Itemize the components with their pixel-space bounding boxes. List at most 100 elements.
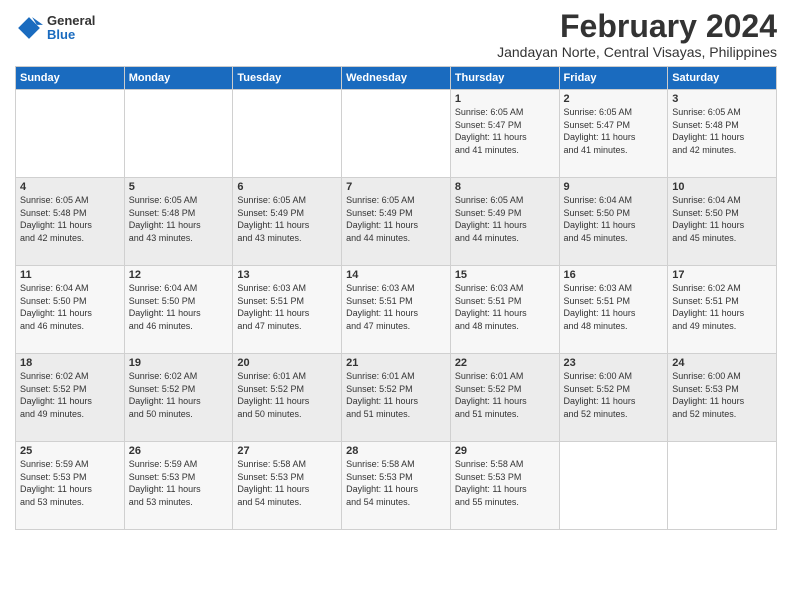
day-info: Sunrise: 6:02 AMSunset: 5:52 PMDaylight:… (20, 370, 120, 420)
calendar-cell (559, 442, 668, 530)
day-info: Sunrise: 6:01 AMSunset: 5:52 PMDaylight:… (455, 370, 555, 420)
calendar-cell: 8Sunrise: 6:05 AMSunset: 5:49 PMDaylight… (450, 178, 559, 266)
calendar-cell: 17Sunrise: 6:02 AMSunset: 5:51 PMDayligh… (668, 266, 777, 354)
calendar-cell: 10Sunrise: 6:04 AMSunset: 5:50 PMDayligh… (668, 178, 777, 266)
calendar-cell: 12Sunrise: 6:04 AMSunset: 5:50 PMDayligh… (124, 266, 233, 354)
day-number: 24 (672, 357, 772, 369)
calendar-cell: 22Sunrise: 6:01 AMSunset: 5:52 PMDayligh… (450, 354, 559, 442)
day-info: Sunrise: 6:04 AMSunset: 5:50 PMDaylight:… (672, 194, 772, 244)
day-number: 20 (237, 357, 337, 369)
day-number: 14 (346, 269, 446, 281)
calendar-cell: 1Sunrise: 6:05 AMSunset: 5:47 PMDaylight… (450, 90, 559, 178)
day-number: 27 (237, 445, 337, 457)
day-info: Sunrise: 6:00 AMSunset: 5:53 PMDaylight:… (672, 370, 772, 420)
calendar-cell: 28Sunrise: 5:58 AMSunset: 5:53 PMDayligh… (342, 442, 451, 530)
day-info: Sunrise: 6:03 AMSunset: 5:51 PMDaylight:… (564, 282, 664, 332)
day-info: Sunrise: 6:01 AMSunset: 5:52 PMDaylight:… (346, 370, 446, 420)
logo: General Blue (15, 14, 95, 43)
day-number: 10 (672, 181, 772, 193)
day-number: 18 (20, 357, 120, 369)
page: General Blue February 2024 Jandayan Nort… (0, 0, 792, 612)
day-info: Sunrise: 6:01 AMSunset: 5:52 PMDaylight:… (237, 370, 337, 420)
calendar-cell: 27Sunrise: 5:58 AMSunset: 5:53 PMDayligh… (233, 442, 342, 530)
day-number: 5 (129, 181, 229, 193)
day-number: 7 (346, 181, 446, 193)
logo-text: General Blue (47, 14, 95, 43)
location: Jandayan Norte, Central Visayas, Philipp… (497, 44, 777, 60)
day-info: Sunrise: 6:05 AMSunset: 5:47 PMDaylight:… (564, 106, 664, 156)
calendar-cell (342, 90, 451, 178)
day-number: 9 (564, 181, 664, 193)
day-number: 1 (455, 93, 555, 105)
calendar-cell (233, 90, 342, 178)
day-info: Sunrise: 6:02 AMSunset: 5:51 PMDaylight:… (672, 282, 772, 332)
day-number: 13 (237, 269, 337, 281)
day-info: Sunrise: 6:05 AMSunset: 5:48 PMDaylight:… (129, 194, 229, 244)
calendar-cell: 14Sunrise: 6:03 AMSunset: 5:51 PMDayligh… (342, 266, 451, 354)
calendar-cell: 26Sunrise: 5:59 AMSunset: 5:53 PMDayligh… (124, 442, 233, 530)
calendar-cell: 21Sunrise: 6:01 AMSunset: 5:52 PMDayligh… (342, 354, 451, 442)
day-info: Sunrise: 5:58 AMSunset: 5:53 PMDaylight:… (237, 458, 337, 508)
day-number: 26 (129, 445, 229, 457)
day-info: Sunrise: 6:03 AMSunset: 5:51 PMDaylight:… (237, 282, 337, 332)
logo-icon (15, 14, 43, 42)
day-number: 12 (129, 269, 229, 281)
weekday-header: Tuesday (233, 67, 342, 90)
calendar-cell (124, 90, 233, 178)
day-number: 3 (672, 93, 772, 105)
calendar-cell: 13Sunrise: 6:03 AMSunset: 5:51 PMDayligh… (233, 266, 342, 354)
calendar-cell: 24Sunrise: 6:00 AMSunset: 5:53 PMDayligh… (668, 354, 777, 442)
day-info: Sunrise: 6:02 AMSunset: 5:52 PMDaylight:… (129, 370, 229, 420)
title-area: February 2024 Jandayan Norte, Central Vi… (497, 10, 777, 60)
calendar-cell (668, 442, 777, 530)
weekday-header: Wednesday (342, 67, 451, 90)
day-info: Sunrise: 6:05 AMSunset: 5:47 PMDaylight:… (455, 106, 555, 156)
day-info: Sunrise: 5:58 AMSunset: 5:53 PMDaylight:… (346, 458, 446, 508)
day-info: Sunrise: 5:59 AMSunset: 5:53 PMDaylight:… (129, 458, 229, 508)
weekday-header: Monday (124, 67, 233, 90)
calendar-cell: 11Sunrise: 6:04 AMSunset: 5:50 PMDayligh… (16, 266, 125, 354)
calendar-cell: 19Sunrise: 6:02 AMSunset: 5:52 PMDayligh… (124, 354, 233, 442)
calendar-week: 11 Sunrise: 6:04 AMSunset: 5:50 PMDayligh… (16, 266, 777, 354)
calendar-cell: 23Sunrise: 6:00 AMSunset: 5:52 PMDayligh… (559, 354, 668, 442)
calendar-cell: 25Sunrise: 5:59 AMSunset: 5:53 PMDayligh… (16, 442, 125, 530)
day-number: 6 (237, 181, 337, 193)
header-row: SundayMondayTuesdayWednesdayThursdayFrid… (16, 67, 777, 90)
day-number: 25 (20, 445, 120, 457)
calendar-cell: 5Sunrise: 6:05 AMSunset: 5:48 PMDaylight… (124, 178, 233, 266)
calendar-cell (16, 90, 125, 178)
logo-general: General (47, 14, 95, 28)
day-number: 8 (455, 181, 555, 193)
calendar-cell: 16Sunrise: 6:03 AMSunset: 5:51 PMDayligh… (559, 266, 668, 354)
calendar-cell: 18Sunrise: 6:02 AMSunset: 5:52 PMDayligh… (16, 354, 125, 442)
day-info: Sunrise: 6:04 AMSunset: 5:50 PMDaylight:… (129, 282, 229, 332)
day-info: Sunrise: 5:58 AMSunset: 5:53 PMDaylight:… (455, 458, 555, 508)
calendar-cell: 29Sunrise: 5:58 AMSunset: 5:53 PMDayligh… (450, 442, 559, 530)
day-number: 16 (564, 269, 664, 281)
calendar-cell: 2Sunrise: 6:05 AMSunset: 5:47 PMDaylight… (559, 90, 668, 178)
day-number: 15 (455, 269, 555, 281)
calendar-cell: 20Sunrise: 6:01 AMSunset: 5:52 PMDayligh… (233, 354, 342, 442)
day-info: Sunrise: 6:05 AMSunset: 5:48 PMDaylight:… (672, 106, 772, 156)
day-number: 11 (20, 269, 120, 281)
day-number: 22 (455, 357, 555, 369)
day-info: Sunrise: 6:05 AMSunset: 5:49 PMDaylight:… (237, 194, 337, 244)
day-number: 29 (455, 445, 555, 457)
day-number: 28 (346, 445, 446, 457)
weekday-header: Friday (559, 67, 668, 90)
calendar-cell: 6Sunrise: 6:05 AMSunset: 5:49 PMDaylight… (233, 178, 342, 266)
calendar-week: 1Sunrise: 6:05 AMSunset: 5:47 PMDaylight… (16, 90, 777, 178)
day-number: 19 (129, 357, 229, 369)
day-info: Sunrise: 6:05 AMSunset: 5:48 PMDaylight:… (20, 194, 120, 244)
day-number: 17 (672, 269, 772, 281)
calendar-cell: 3Sunrise: 6:05 AMSunset: 5:48 PMDaylight… (668, 90, 777, 178)
weekday-header: Sunday (16, 67, 125, 90)
day-info: Sunrise: 6:05 AMSunset: 5:49 PMDaylight:… (346, 194, 446, 244)
header: General Blue February 2024 Jandayan Nort… (15, 10, 777, 60)
month-title: February 2024 (497, 10, 777, 42)
calendar-week: 25 Sunrise: 5:59 AMSunset: 5:53 PMDayligh… (16, 442, 777, 530)
day-info: Sunrise: 6:04 AMSunset: 5:50 PMDaylight:… (564, 194, 664, 244)
day-number: 21 (346, 357, 446, 369)
day-info: Sunrise: 6:00 AMSunset: 5:52 PMDaylight:… (564, 370, 664, 420)
day-info: Sunrise: 6:05 AMSunset: 5:49 PMDaylight:… (455, 194, 555, 244)
